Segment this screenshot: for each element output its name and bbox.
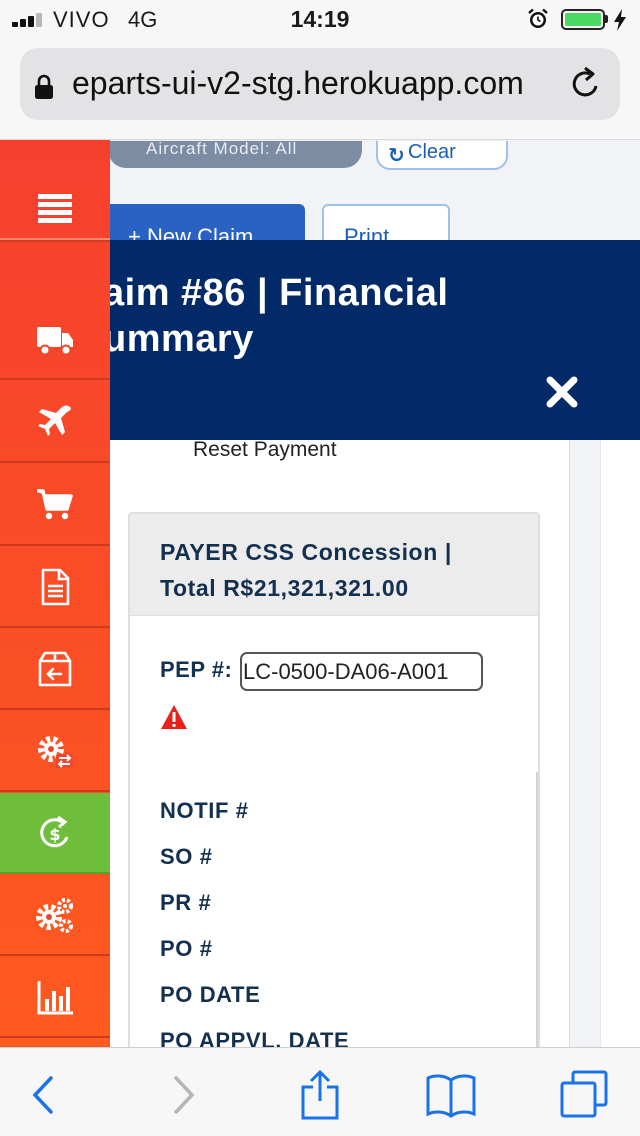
lock-icon	[35, 74, 53, 99]
menu-icon	[38, 194, 72, 223]
clear-button[interactable]: ↻ Clear	[376, 141, 508, 170]
alarm-icon	[528, 8, 548, 28]
browser-toolbar	[0, 1047, 640, 1136]
browser-address-area: eparts-ui-v2-stg.herokuapp.com	[0, 40, 640, 140]
payer-name: PAYER CSS Concession |	[160, 539, 452, 565]
status-bar: VIVO 4G 14:19	[0, 0, 640, 40]
pr-label: PR #	[160, 890, 212, 915]
sidebar-item-return[interactable]	[0, 629, 110, 710]
po-label: PO #	[160, 936, 213, 961]
scroll-indicator[interactable]	[536, 772, 538, 1047]
money-refresh-icon: $	[40, 815, 69, 847]
modal-right-gutter	[569, 440, 640, 1047]
charging-icon	[614, 9, 626, 31]
sidebar-item-document[interactable]	[0, 547, 110, 628]
return-box-icon	[38, 651, 72, 686]
sidebar-item-menu[interactable]	[0, 180, 110, 240]
sidebar-item-delivery[interactable]	[0, 299, 110, 380]
modal-title: aim #86 | Financial ummary	[103, 270, 523, 362]
aircraft-model-filter[interactable]: Aircraft Model: All	[108, 141, 362, 168]
url-text[interactable]: eparts-ui-v2-stg.herokuapp.com	[72, 65, 568, 102]
url-bar[interactable]: eparts-ui-v2-stg.herokuapp.com	[20, 48, 620, 120]
po-approval-date-label: PO APPVL. DATE	[160, 1028, 350, 1047]
svg-text:$: $	[49, 825, 60, 844]
tabs-icon[interactable]	[559, 1070, 609, 1120]
sidebar-item-settings[interactable]	[0, 875, 110, 956]
payer-card-header: PAYER CSS Concession | Total R$21,321,32…	[130, 514, 538, 616]
sidebar-item-reports[interactable]	[0, 957, 110, 1038]
reset-payment-link[interactable]: Reset Payment	[193, 440, 337, 462]
bar-chart-icon	[37, 980, 73, 1014]
payer-card: PAYER CSS Concession | Total R$21,321,32…	[128, 512, 540, 1047]
new-claim-button[interactable]: + New Claim	[104, 204, 305, 244]
battery-tip	[605, 15, 608, 23]
notif-label: NOTIF #	[160, 798, 249, 823]
sidebar-item-aircraft[interactable]	[0, 382, 110, 463]
airplane-icon	[38, 404, 71, 436]
forward-icon[interactable]	[158, 1070, 208, 1120]
modal-title-line-2: ummary	[103, 318, 254, 360]
pep-label: PEP #:	[160, 657, 233, 682]
refresh-icon: ↻	[388, 145, 405, 167]
sidebar: $	[0, 140, 110, 1047]
sidebar-item-exchange[interactable]	[0, 711, 110, 792]
modal-title-line-1: aim #86 | Financial	[103, 272, 449, 314]
sidebar-item-cart[interactable]	[0, 465, 110, 546]
warning-icon	[161, 705, 187, 729]
so-label: SO #	[160, 844, 213, 869]
share-icon[interactable]	[295, 1070, 345, 1120]
po-date-label: PO DATE	[160, 982, 261, 1007]
print-button[interactable]: Print	[322, 204, 450, 244]
pep-input[interactable]: LC-0500-DA06-A001	[240, 652, 483, 691]
cart-icon	[37, 488, 73, 519]
gears-icon	[36, 897, 73, 933]
payer-total: Total R$21,321,321.00	[160, 575, 409, 601]
close-icon[interactable]	[542, 372, 582, 412]
sidebar-item-financial[interactable]: $	[0, 793, 110, 874]
battery-icon	[561, 9, 605, 30]
truck-icon	[37, 326, 73, 355]
document-icon	[41, 568, 70, 605]
back-icon[interactable]	[19, 1070, 69, 1120]
reload-icon[interactable]	[568, 66, 604, 102]
clear-label: Clear	[408, 141, 456, 163]
gear-exchange-icon	[38, 735, 73, 768]
bookmarks-icon[interactable]	[426, 1070, 476, 1120]
